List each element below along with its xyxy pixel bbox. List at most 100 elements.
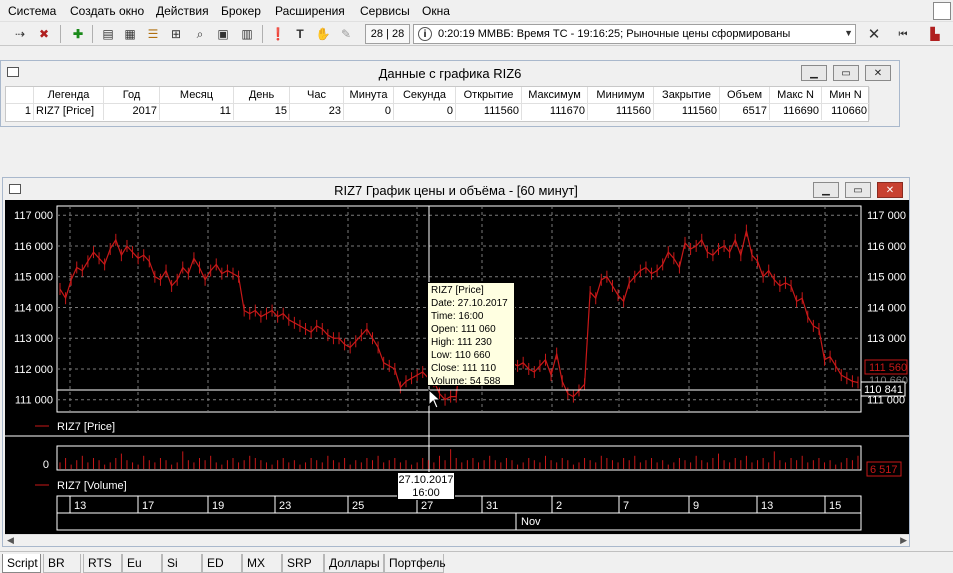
table-cell: 0 — [394, 103, 456, 120]
table-cell: 111560 — [456, 103, 522, 120]
maximize-app-icon[interactable] — [933, 2, 951, 20]
scroll-left-icon[interactable]: ◀ — [7, 535, 14, 546]
candle-tooltip: RIZ7 [Price] Date: 27.10.2017 Time: 16:0… — [427, 282, 515, 387]
disconnect-icon[interactable]: ✖ — [34, 24, 54, 44]
y-tick-label: 111 000 — [15, 395, 53, 407]
menu-sistema[interactable]: Система — [8, 4, 56, 18]
tab-ed[interactable]: ED — [202, 554, 242, 573]
y-tick-label-right: 117 000 — [867, 210, 906, 222]
tab-dollars[interactable]: Доллары — [324, 554, 384, 573]
volume-zero-label: 0 — [43, 459, 49, 471]
y-tick-label: 114 000 — [14, 302, 53, 314]
tab-mx[interactable]: MX — [242, 554, 282, 573]
pen-icon[interactable]: ✎ — [336, 24, 356, 44]
chevron-down-icon[interactable]: ▼ — [844, 28, 853, 38]
data-window-titlebar[interactable]: Данные с графика RIZ6 ▁ ▭ ✕ — [1, 61, 899, 85]
column-header[interactable]: Открытие — [456, 87, 522, 104]
chart-window-titlebar[interactable]: RIZ7 График цены и объёма - [60 минут] ▁… — [3, 178, 909, 202]
y-tick-label: 115 000 — [14, 272, 53, 284]
data-table: 1 Легенда RIZ7 [Price] Год 2017 Месяц 11 День 15… — [5, 86, 870, 122]
menu-broker[interactable]: Брокер — [221, 4, 261, 18]
x-tick-label: 13 — [74, 500, 86, 512]
table-cell: 110660 — [822, 103, 870, 120]
portfolio-icon[interactable]: ▣ — [213, 24, 233, 44]
tooltip-date: Date: 27.10.2017 — [431, 298, 508, 309]
menu-extensions[interactable]: Расширения — [275, 4, 345, 18]
orders-icon[interactable]: ☰ — [143, 24, 163, 44]
x-tick-label: 25 — [352, 500, 364, 512]
cursor-price-label: 110 841 — [864, 384, 903, 396]
status-text: 0:20:19 ММВБ: Время ТС - 19:16:25; Рыноч… — [438, 28, 791, 40]
menu-create-window[interactable]: Создать окно — [70, 4, 144, 18]
y-tick-label: 117 000 — [14, 210, 53, 222]
add-window-icon[interactable]: ✚ — [68, 24, 88, 44]
table-cell: 1 — [6, 103, 34, 120]
server-status-bar[interactable]: i 0:20:19 ММВБ: Время ТС - 19:16:25; Рын… — [413, 24, 856, 44]
pause-icon[interactable]: ⏮ — [893, 24, 913, 44]
tooltip-high: High: 111 230 — [431, 337, 492, 348]
minimize-button[interactable]: ▁ — [801, 65, 827, 81]
tab-srp[interactable]: SRP — [282, 554, 324, 573]
column-header[interactable]: Минута — [344, 87, 394, 104]
menu-actions[interactable]: Действия — [156, 4, 209, 18]
column-header[interactable] — [6, 87, 34, 104]
quotes-icon[interactable]: ▦ — [120, 24, 140, 44]
volume-legend-label: RIZ7 [Volume] — [57, 480, 127, 492]
tooltip-close: Close: 111 110 — [431, 363, 497, 374]
table-cell: 11 — [160, 103, 234, 120]
bottom-tabs: Script BR RTS Eu Si ED MX SRP Доллары По… — [0, 551, 953, 573]
maximize-button[interactable]: ▭ — [833, 65, 859, 81]
close-all-icon[interactable]: ✕ — [864, 24, 884, 44]
tab-si[interactable]: Si — [162, 554, 202, 573]
close-button[interactable]: ✕ — [877, 182, 903, 198]
close-button[interactable]: ✕ — [865, 65, 891, 81]
column-header[interactable]: Год — [104, 87, 160, 104]
y-tick-label-right: 114 000 — [867, 302, 906, 314]
tab-br[interactable]: BR — [43, 554, 81, 573]
tab-script[interactable]: Script — [2, 554, 41, 573]
connect-icon[interactable]: ⇢ — [10, 24, 30, 44]
table-cell: RIZ7 [Price] — [34, 103, 104, 120]
column-header[interactable]: Объем — [720, 87, 770, 104]
hand-icon[interactable]: ✋ — [313, 24, 333, 44]
cursor-date-label: 27.10.2017 16:00 — [397, 472, 455, 500]
tab-rts[interactable]: RTS — [83, 554, 122, 573]
tab-eu[interactable]: Eu — [122, 554, 162, 573]
minimize-button[interactable]: ▁ — [813, 182, 839, 198]
search-table-icon[interactable]: ⌕ — [190, 24, 210, 44]
table-cell: 15 — [234, 103, 290, 120]
deals-icon[interactable]: ⊞ — [166, 24, 186, 44]
maximize-button[interactable]: ▭ — [845, 182, 871, 198]
table-cell: 111560 — [654, 103, 720, 120]
column-header[interactable]: Максимум — [522, 87, 588, 104]
menu-services[interactable]: Сервисы — [360, 4, 410, 18]
table-cell: 111670 — [522, 103, 588, 120]
x-tick-label: 13 — [761, 500, 773, 512]
column-header[interactable]: Мин N — [822, 87, 870, 104]
column-header[interactable]: Макс N — [770, 87, 822, 104]
alert-icon[interactable]: ❗ — [268, 24, 288, 44]
y-tick-label-right: 111 000 — [867, 395, 905, 407]
column-header[interactable]: Час — [290, 87, 344, 104]
tab-portfolio[interactable]: Портфель — [384, 554, 446, 573]
x-tick-label: 15 — [829, 500, 841, 512]
horizontal-scrollbar[interactable]: ◀ ▶ — [5, 534, 909, 546]
limits-icon[interactable]: ▥ — [237, 24, 257, 44]
data-window: Данные с графика RIZ6 ▁ ▭ ✕ 1 Легенда RIZ7… — [0, 60, 900, 127]
column-header[interactable]: Закрытие — [654, 87, 720, 104]
table-icon[interactable]: ▤ — [98, 24, 118, 44]
column-header[interactable]: Легенда — [34, 87, 104, 104]
window-counter: 28 | 28 — [365, 24, 410, 44]
text-tool-icon[interactable]: T — [290, 24, 310, 44]
scroll-right-icon[interactable]: ▶ — [900, 535, 907, 546]
month-label: Nov — [521, 516, 541, 528]
column-header[interactable]: День — [234, 87, 290, 104]
menu-windows[interactable]: Окна — [422, 4, 450, 18]
column-header[interactable]: Минимум — [588, 87, 654, 104]
y-tick-label: 113 000 — [14, 333, 53, 345]
column-header[interactable]: Месяц — [160, 87, 234, 104]
x-tick-label: 7 — [623, 500, 629, 512]
y-tick-label: 112 000 — [14, 364, 53, 376]
chart-toolbar-icon[interactable]: ▙ — [925, 24, 945, 44]
column-header[interactable]: Секунда — [394, 87, 456, 104]
